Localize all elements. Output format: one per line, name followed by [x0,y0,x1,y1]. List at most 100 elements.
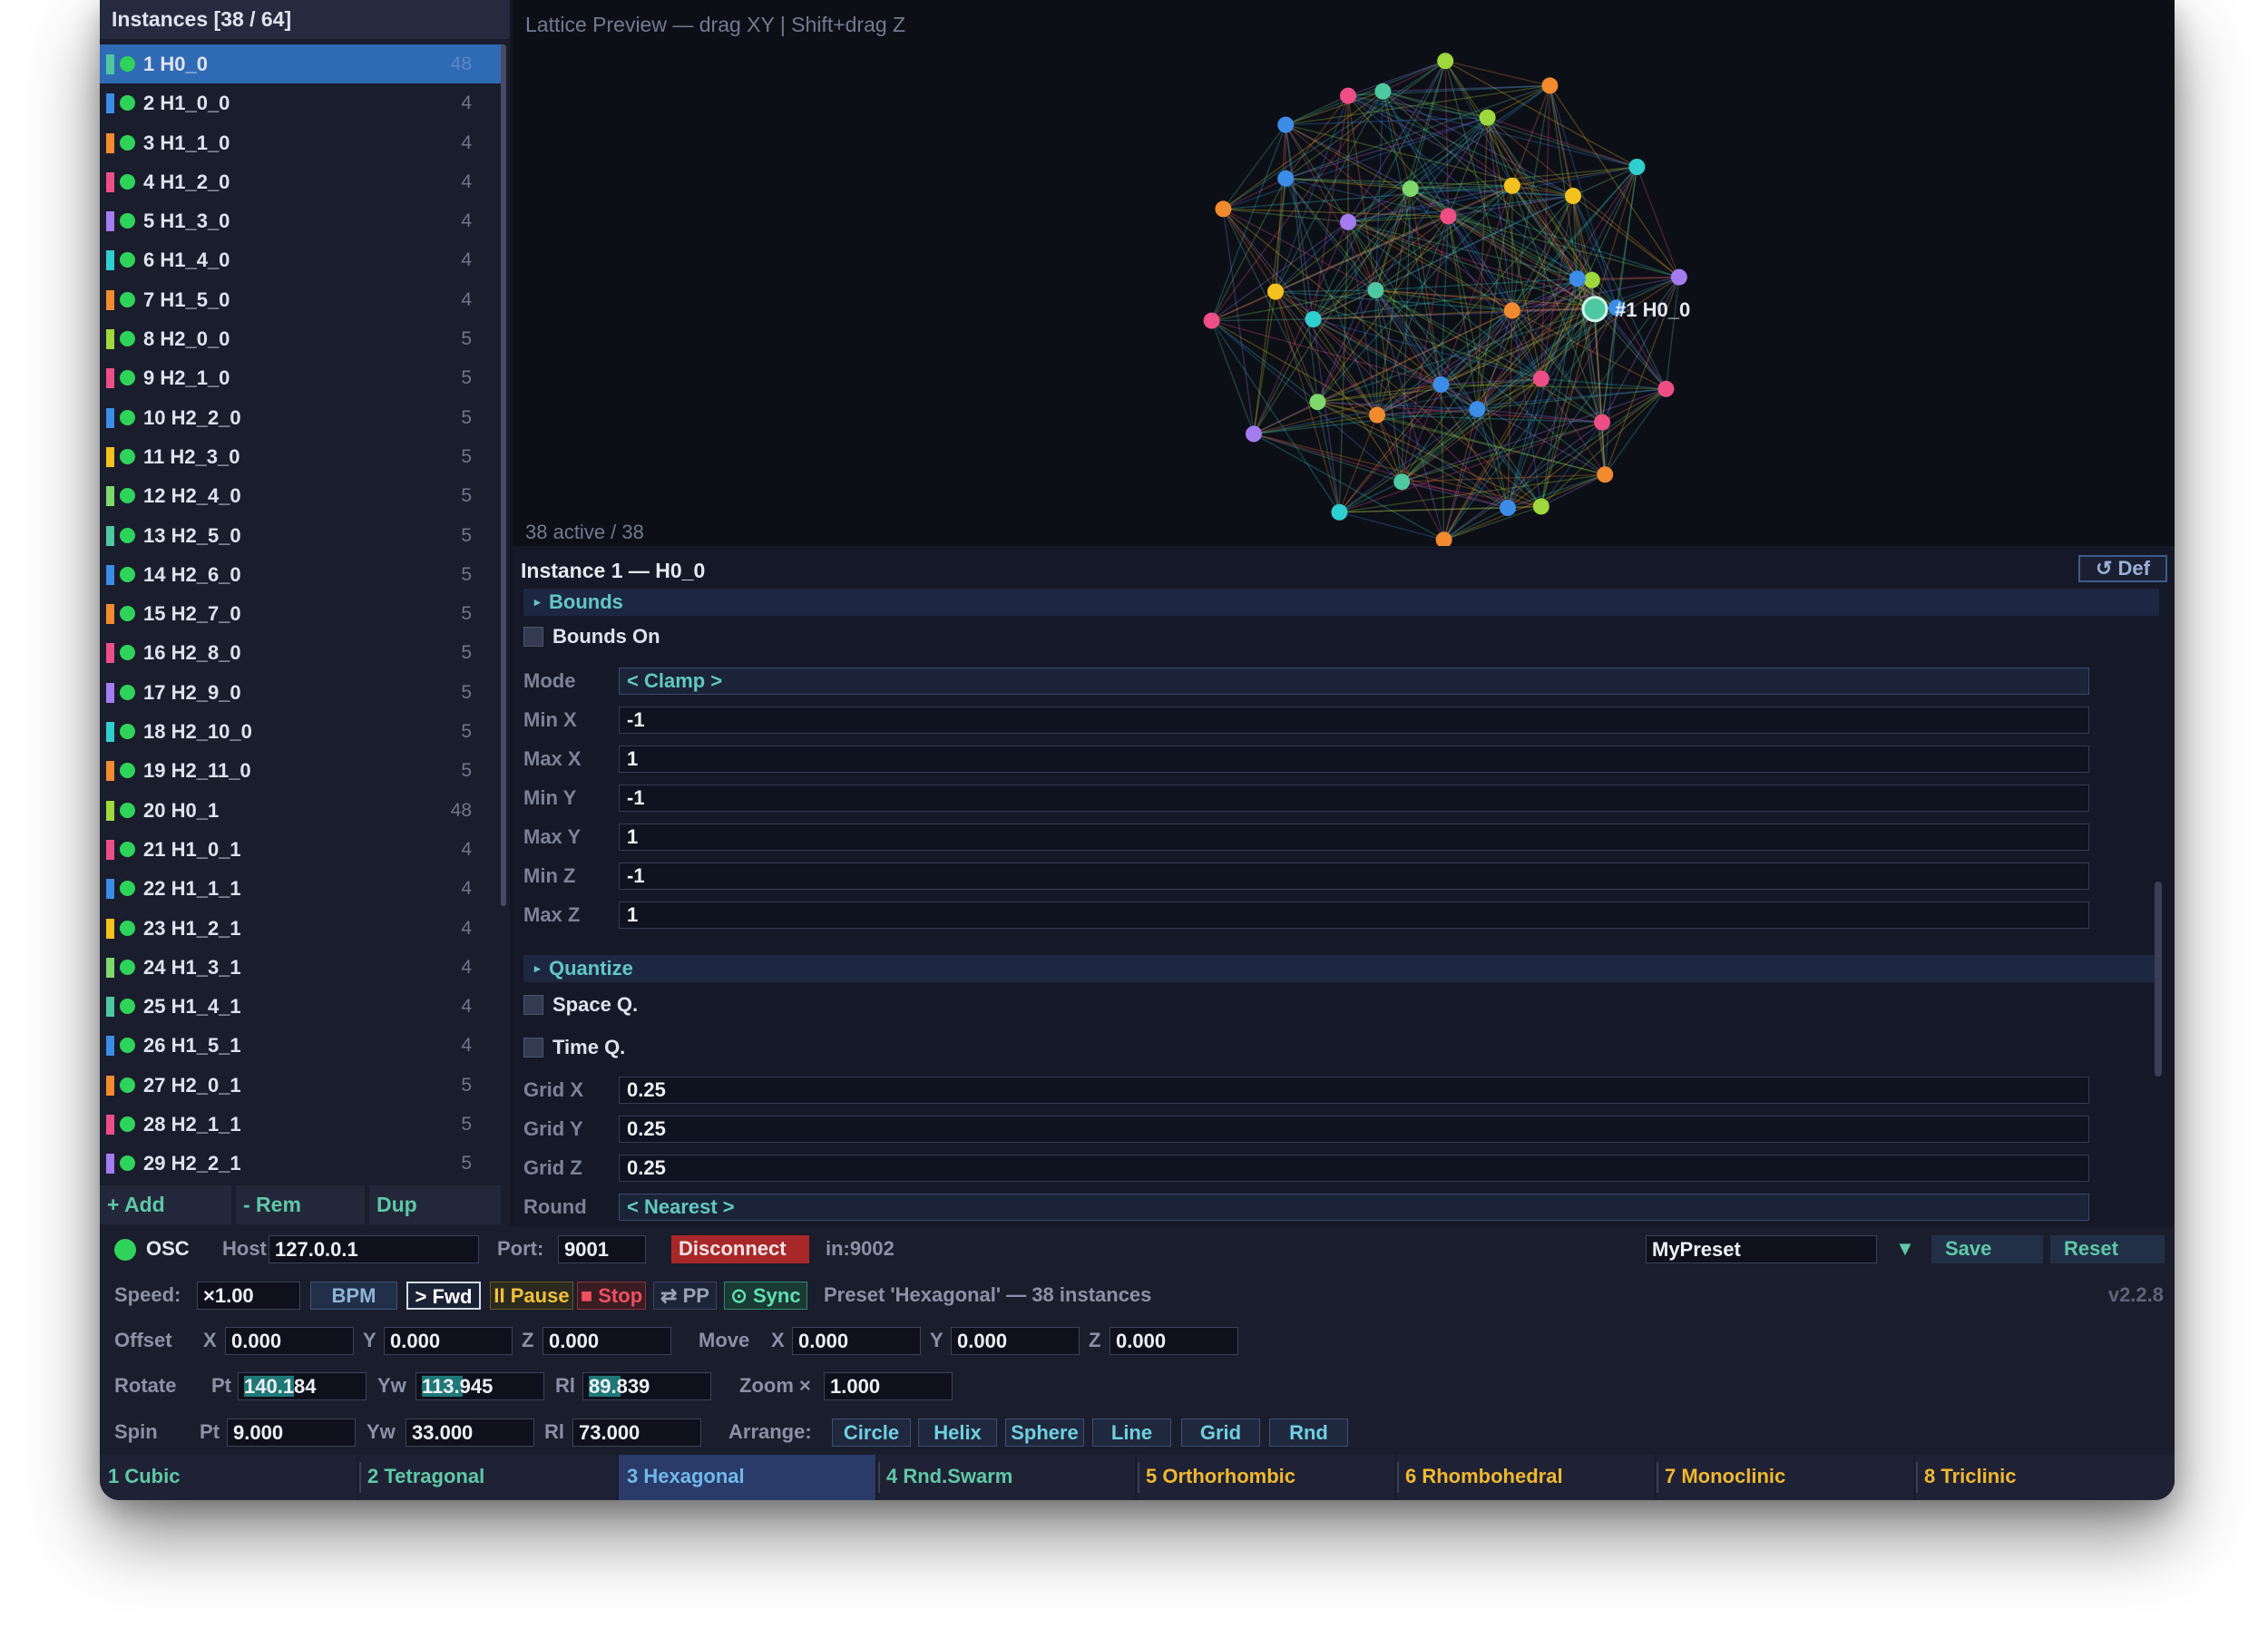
lattice-node[interactable] [1594,414,1610,431]
remove-instance-button[interactable]: - Rem [236,1185,365,1224]
instance-row[interactable]: 5 H1_3_0 4 [100,201,504,240]
min-x-field[interactable]: -1 [619,707,2089,734]
active-toggle-icon[interactable] [120,134,135,151]
active-toggle-icon[interactable] [120,173,135,190]
instance-row[interactable]: 16 H2_8_0 5 [100,633,504,672]
instance-row[interactable]: 15 H2_7_0 5 [100,594,504,633]
arrange-line-button[interactable]: Line [1092,1418,1171,1447]
active-toggle-icon[interactable] [120,566,135,582]
lattice-node[interactable] [1340,213,1356,230]
round-selector[interactable]: < Nearest > [619,1194,2089,1221]
ping-pong-button[interactable]: ⇄ PP [653,1282,717,1310]
bpm-button[interactable]: BPM [310,1282,397,1310]
space-q-checkbox[interactable] [523,995,543,1015]
instance-row[interactable]: 9 H2_1_0 5 [100,358,504,397]
lattice-node[interactable] [1277,116,1295,133]
mode-selector[interactable]: < Clamp > [619,668,2089,695]
lattice-canvas[interactable]: #1 H0_0 [513,0,2175,546]
active-toggle-icon[interactable] [120,370,135,386]
lattice-node[interactable] [1305,311,1322,327]
active-toggle-icon[interactable] [120,920,135,936]
lattice-node[interactable] [1670,268,1687,286]
instance-row[interactable]: 10 H2_2_0 5 [100,398,504,437]
spin-roll-input[interactable]: 73.000 [572,1418,701,1447]
active-toggle-icon[interactable] [120,527,135,543]
instance-row[interactable]: 13 H2_5_0 5 [100,516,504,555]
add-instance-button[interactable]: + Add [100,1185,231,1224]
preset-tab-hexagonal[interactable]: 3 Hexagonal [619,1455,875,1500]
speed-input[interactable]: ×1.00 [197,1282,300,1310]
sync-button[interactable]: ⊙ Sync [724,1282,807,1310]
lattice-node[interactable] [1369,406,1385,424]
offset-x-input[interactable]: 0.000 [225,1327,354,1355]
bounds-section-header[interactable]: ▸ Bounds [523,589,2159,616]
preset-name-input[interactable]: MyPreset [1646,1235,1877,1263]
preset-tab-rhombohedral[interactable]: 6 Rhombohedral [1397,1455,1654,1500]
active-toggle-icon[interactable] [120,999,135,1015]
forward-button[interactable]: > Fwd [406,1282,481,1310]
lattice-node[interactable] [1374,83,1392,100]
max-x-field[interactable]: 1 [619,746,2089,773]
inspector-scrollbar[interactable] [2155,882,2162,1077]
active-toggle-icon[interactable] [120,409,135,425]
preset-tab-rnd-swarm[interactable]: 4 Rnd.Swarm [878,1455,1135,1500]
instance-row[interactable]: 17 H2_9_0 5 [100,673,504,712]
active-toggle-icon[interactable] [120,213,135,229]
active-toggle-icon[interactable] [120,1116,135,1133]
lattice-node[interactable] [1569,270,1586,288]
active-toggle-icon[interactable] [120,56,135,72]
preset-tab-monoclinic[interactable]: 7 Monoclinic [1657,1455,1913,1500]
instance-row[interactable]: 23 H1_2_1 4 [100,909,504,948]
instance-row[interactable]: 11 H2_3_0 5 [100,437,504,476]
rotate-roll-slider[interactable]: 89.839 [582,1372,711,1400]
active-toggle-icon[interactable] [120,448,135,464]
instance-row[interactable]: 6 H1_4_0 4 [100,240,504,279]
grid-z-field[interactable]: 0.25 [619,1155,2089,1182]
reset-defaults-button[interactable]: ↺ Def [2078,555,2167,582]
rotate-pitch-slider[interactable]: 140.184 [238,1372,367,1400]
active-toggle-icon[interactable] [120,1038,135,1054]
instance-row[interactable]: 28 H2_1_1 5 [100,1105,504,1144]
instance-row[interactable]: 25 H1_4_1 4 [100,987,504,1026]
instance-row[interactable]: 3 H1_1_0 4 [100,123,504,162]
lattice-node[interactable] [1541,77,1559,94]
lattice-node[interactable] [1503,177,1520,194]
lattice-node[interactable] [1246,425,1262,443]
lattice-node[interactable] [1435,531,1452,546]
lattice-node[interactable] [1309,394,1326,411]
lattice-node[interactable] [1479,109,1496,126]
lattice-node[interactable] [1393,473,1411,491]
active-toggle-icon[interactable] [120,684,135,700]
preset-tab-tetragonal[interactable]: 2 Tetragonal [359,1455,616,1500]
time-q-checkbox[interactable] [523,1038,543,1058]
pause-button[interactable]: II Pause [490,1282,573,1310]
active-toggle-icon[interactable] [120,959,135,975]
active-toggle-icon[interactable] [120,488,135,504]
active-toggle-icon[interactable] [120,841,135,857]
lattice-node[interactable] [1469,401,1486,418]
instance-row[interactable]: 22 H1_1_1 4 [100,869,504,908]
offset-y-input[interactable]: 0.000 [384,1327,513,1355]
max-y-field[interactable]: 1 [619,824,2089,851]
instance-row[interactable]: 12 H2_4_0 5 [100,476,504,515]
lattice-node[interactable] [1402,180,1419,197]
preset-tab-cubic[interactable]: 1 Cubic [100,1455,357,1500]
instance-row[interactable]: 18 H2_10_0 5 [100,712,504,751]
instance-row[interactable]: 4 H1_2_0 4 [100,162,504,201]
arrange-grid-button[interactable]: Grid [1181,1418,1260,1447]
zoom-input[interactable]: 1.000 [824,1372,953,1400]
selected-node[interactable] [1581,296,1608,323]
grid-x-field[interactable]: 0.25 [619,1077,2089,1104]
lattice-node[interactable] [1215,200,1232,218]
instance-row[interactable]: 2 H1_0_0 4 [100,83,504,122]
lattice-node[interactable] [1340,87,1356,104]
move-x-input[interactable]: 0.000 [792,1327,921,1355]
lattice-node[interactable] [1203,312,1220,329]
lattice-node[interactable] [1532,370,1549,387]
spin-pitch-input[interactable]: 9.000 [227,1418,356,1447]
active-toggle-icon[interactable] [120,291,135,307]
lattice-node[interactable] [1503,302,1520,319]
arrange-sphere-button[interactable]: Sphere [1005,1418,1084,1447]
instance-row[interactable]: 1 H0_0 48 [100,44,504,84]
preset-tab-triclinic[interactable]: 8 Triclinic [1916,1455,2175,1500]
